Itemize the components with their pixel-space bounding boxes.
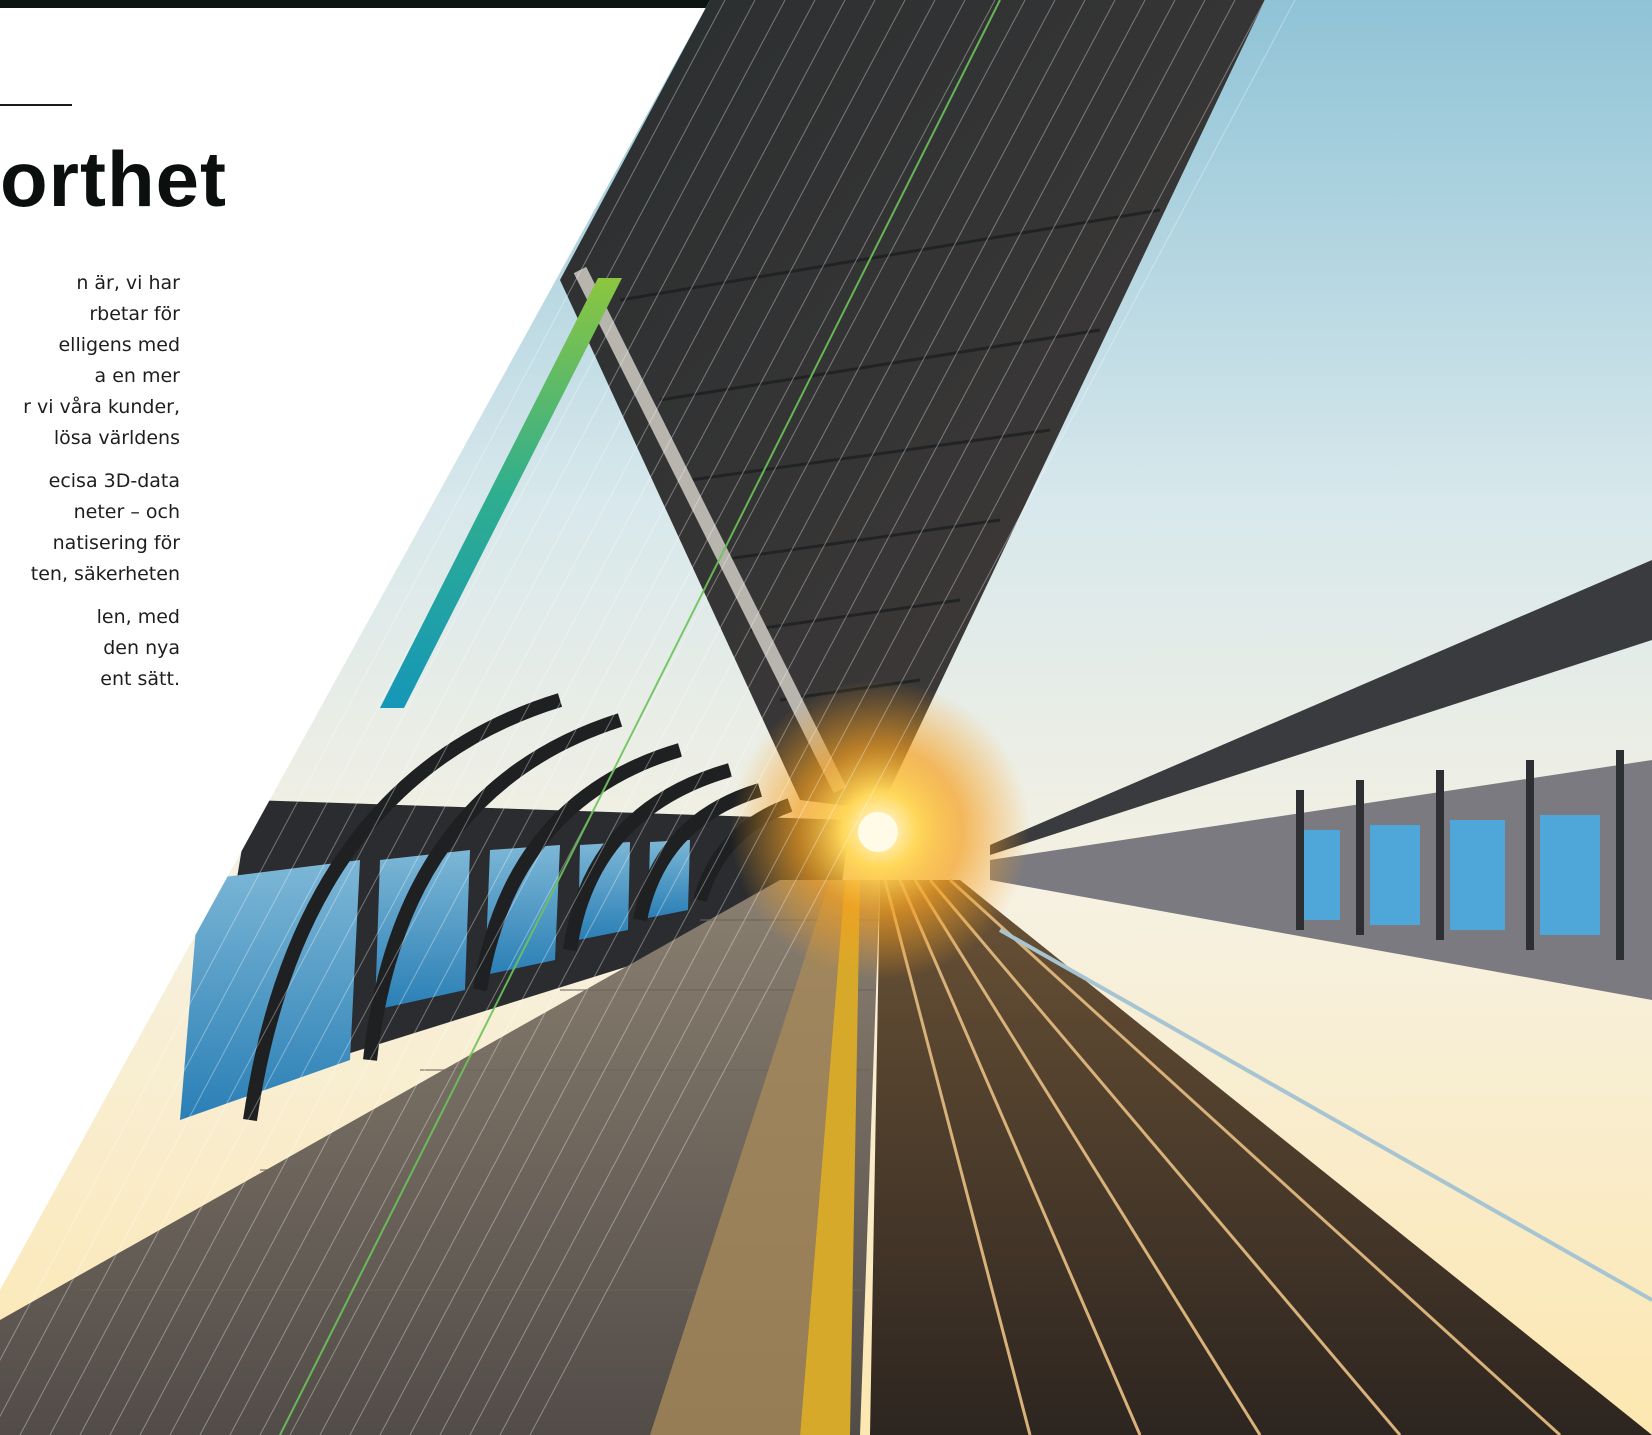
page: orthet n är, vi har rbetar för elligens … — [0, 0, 1652, 1435]
railway-platform-photo — [0, 0, 1652, 1435]
